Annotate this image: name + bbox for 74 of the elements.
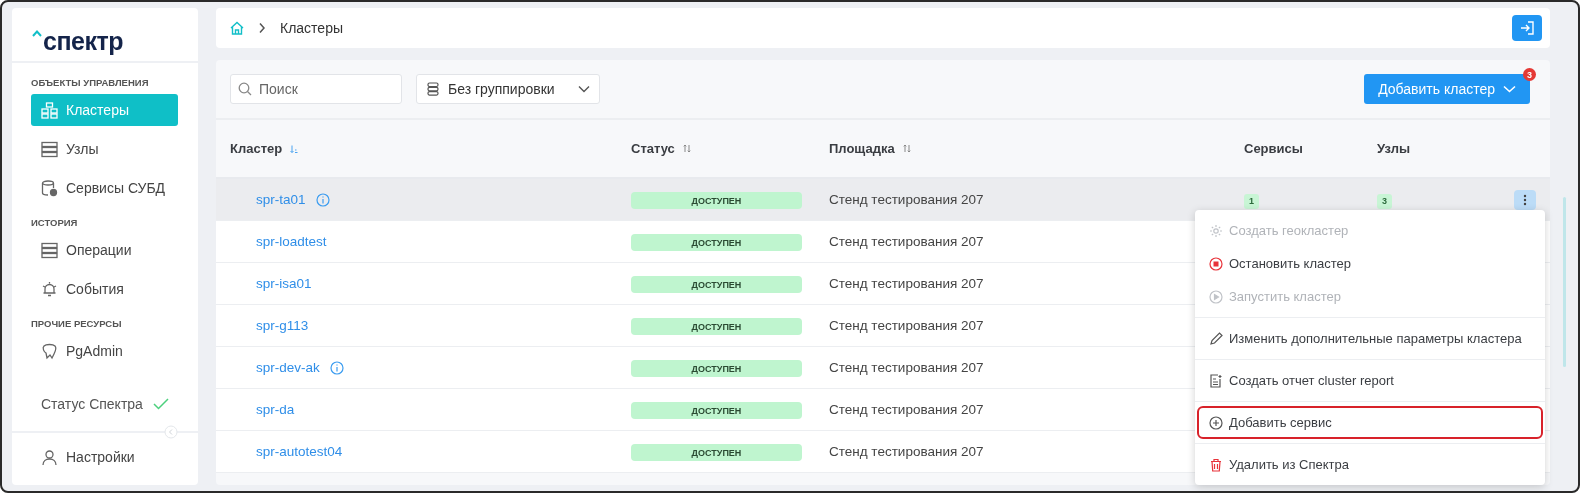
- chevron-down-icon: [1503, 85, 1516, 93]
- column-header[interactable]: Сервисы: [1244, 141, 1303, 156]
- notification-badge: 3: [1523, 68, 1536, 81]
- table-cell: Стенд тестирования 207: [829, 360, 984, 375]
- count-badge: 3: [1377, 193, 1392, 209]
- chevron-down-icon: [578, 85, 590, 93]
- table-cell: Стенд тестирования 207: [829, 318, 984, 333]
- menu-item[interactable]: Добавить сервис: [1197, 406, 1543, 439]
- play-icon: [1209, 289, 1223, 304]
- column-header[interactable]: Узлы: [1377, 141, 1411, 156]
- user-icon: [41, 448, 58, 466]
- logout-icon: [1520, 21, 1534, 35]
- trash-icon: [1209, 457, 1223, 472]
- more-button[interactable]: [1514, 189, 1536, 210]
- section-title: ИСТОРИЯ: [31, 216, 79, 230]
- sort-icon[interactable]: [902, 144, 911, 153]
- cluster-link[interactable]: spr-isa01: [256, 276, 312, 291]
- count-badge: 1: [1244, 193, 1259, 209]
- table-cell: Стенд тестирования 207: [829, 444, 984, 459]
- status-badge: ДОСТУПЕН: [631, 192, 802, 210]
- cluster-link[interactable]: spr-da: [256, 402, 295, 417]
- cluster-link[interactable]: spr-autotest04: [256, 444, 343, 459]
- logout-button[interactable]: [1512, 15, 1542, 41]
- cluster-link[interactable]: spr-dev-ak: [256, 360, 320, 375]
- status-badge: ДОСТУПЕН: [631, 402, 802, 420]
- sort-icon[interactable]: [290, 144, 299, 153]
- nav-item[interactable]: Сервисы СУБД: [31, 172, 178, 204]
- status-badge: ДОСТУПЕН: [631, 234, 802, 252]
- scrollbar[interactable]: [1563, 197, 1566, 367]
- search-field[interactable]: Поиск: [230, 74, 402, 104]
- sort-icon[interactable]: [682, 144, 691, 153]
- database-icon: [41, 179, 58, 197]
- nav-item[interactable]: События: [31, 273, 178, 305]
- home-icon[interactable]: [230, 21, 244, 35]
- settings-item[interactable]: Настройки: [31, 441, 178, 473]
- table-row[interactable]: spr-ta01 ДОСТУПЕН Стенд тестирования 207 1 3: [216, 179, 1550, 221]
- logo-caret-icon: [32, 30, 42, 37]
- info-icon[interactable]: [315, 192, 330, 207]
- table-cell: Стенд тестирования 207: [829, 276, 984, 291]
- status-badge: ДОСТУПЕН: [631, 318, 802, 336]
- section-title: ОБЪЕКТЫ УПРАВЛЕНИЯ: [31, 76, 150, 90]
- grouping-dropdown[interactable]: Без группировки: [416, 74, 600, 104]
- server-icon: [41, 140, 58, 158]
- nav-item[interactable]: Операции: [31, 234, 178, 266]
- column-header[interactable]: Статус: [631, 141, 675, 156]
- status-badge: ДОСТУПЕН: [631, 360, 802, 378]
- collapse-icon[interactable]: [164, 425, 178, 439]
- cluster-icon: [41, 101, 58, 119]
- gear-icon: [1209, 223, 1223, 238]
- report-icon: [1209, 373, 1223, 388]
- cluster-link[interactable]: spr-loadtest: [256, 234, 327, 249]
- server-icon: [41, 241, 58, 259]
- column-header[interactable]: Площадка: [829, 141, 895, 156]
- pencil-icon: [1209, 331, 1223, 346]
- stack-icon: [426, 82, 440, 96]
- nav-item[interactable]: PgAdmin: [31, 335, 178, 367]
- info-icon[interactable]: [329, 360, 344, 375]
- status-badge: ДОСТУПЕН: [631, 276, 802, 294]
- table-cell: Стенд тестирования 207: [829, 192, 984, 207]
- plus-icon: [1209, 415, 1223, 430]
- section-title: ПРОЧИЕ РЕСУРСЫ: [31, 317, 123, 331]
- column-header[interactable]: Кластер: [230, 141, 283, 156]
- table-cell: Стенд тестирования 207: [829, 234, 984, 249]
- nav-item[interactable]: Узлы: [31, 133, 178, 165]
- chevron-icon: [258, 22, 266, 34]
- stop-icon: [1209, 256, 1223, 271]
- table-cell: Стенд тестирования 207: [829, 402, 984, 417]
- search-icon: [238, 82, 252, 96]
- breadcrumb-item[interactable]: Кластеры: [280, 20, 343, 36]
- more-icon: [1523, 193, 1527, 206]
- cluster-link[interactable]: spr-g113: [256, 318, 309, 333]
- status-badge: ДОСТУПЕН: [631, 444, 802, 462]
- status-label: Статус Спектра: [41, 396, 143, 412]
- bell-icon: [41, 280, 58, 298]
